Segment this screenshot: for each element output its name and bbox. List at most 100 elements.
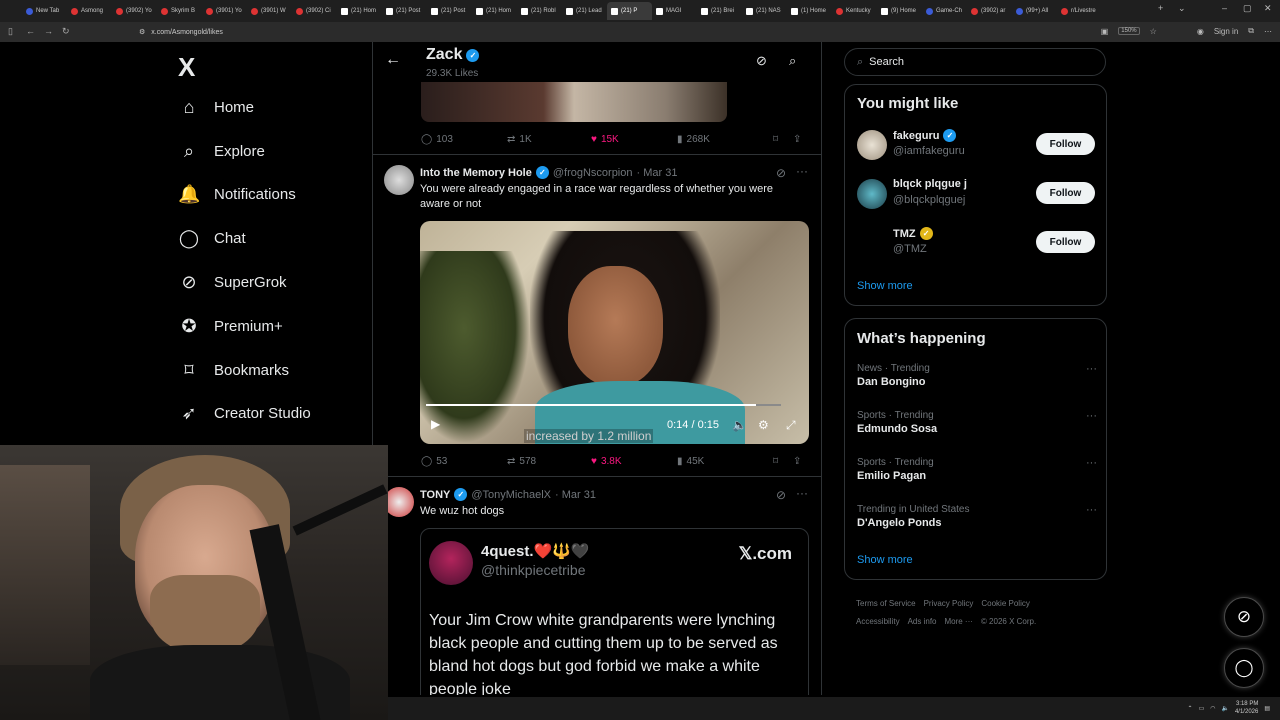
wifi-icon[interactable]: ◠	[1210, 705, 1215, 712]
back-icon[interactable]: ←	[26, 26, 35, 36]
browser-tab[interactable]: MAGI	[652, 2, 697, 20]
browser-tab[interactable]: (21) NAS	[742, 2, 787, 20]
browser-tab[interactable]: Asmong	[67, 2, 112, 20]
browser-tab[interactable]: New Tab	[22, 2, 67, 20]
sidebar-item-creator-studio[interactable]: ➶ Creator Studio	[178, 403, 310, 424]
browser-tab[interactable]: (21) Post	[427, 2, 472, 20]
footer-link[interactable]: Privacy Policy	[924, 599, 974, 608]
tweet-date[interactable]: · Mar 31	[555, 489, 596, 501]
signin-label[interactable]: Sign in	[1214, 27, 1238, 36]
share-button[interactable]: ⇪	[793, 456, 801, 467]
favorite-icon[interactable]: ☆	[1150, 27, 1157, 36]
url-field[interactable]: ⚙ x.com/Asmongold/likes	[135, 25, 1135, 39]
maximize-icon[interactable]: ▢	[1243, 3, 1252, 14]
tray-chevron-icon[interactable]: ⌃	[1188, 705, 1193, 712]
browser-tab[interactable]: (3902) Yo	[112, 2, 157, 20]
grok-icon[interactable]: ⊘	[776, 166, 786, 180]
fullscreen-icon[interactable]: ⤢	[786, 418, 796, 433]
browser-tab[interactable]: Skyrim B	[157, 2, 202, 20]
browser-tab[interactable]: (3902) ar	[967, 2, 1012, 20]
browser-tab[interactable]: Kentucky	[832, 2, 877, 20]
tab-list-icon[interactable]: ⌄	[1178, 3, 1186, 14]
suggested-account[interactable]: fakeguru ✓ @iamfakeguru Follow	[857, 128, 1097, 164]
trend-item[interactable]: Sports · Trending Emilio Pagan ···	[857, 457, 1097, 491]
sidebar-item-supergrok[interactable]: ⊘ SuperGrok	[178, 272, 286, 293]
notification-center-icon[interactable]: ▤	[1264, 705, 1270, 712]
close-window-icon[interactable]: ✕	[1264, 3, 1272, 14]
browser-tab[interactable]: (21) Robl	[517, 2, 562, 20]
browser-tab[interactable]: (99+) All	[1012, 2, 1057, 20]
tweet-avatar[interactable]	[384, 487, 414, 517]
bookmark-button[interactable]: ⌑	[773, 456, 793, 467]
play-icon[interactable]: ▶	[431, 417, 440, 431]
tweet-date[interactable]: · Mar 31	[637, 167, 678, 179]
bookmark-button[interactable]: ⌑	[773, 134, 793, 145]
tweet-author-name[interactable]: Into the Memory Hole	[420, 167, 532, 179]
search-input[interactable]: ⌕ Search	[844, 48, 1106, 76]
browser-tab[interactable]: (3901) W	[247, 2, 292, 20]
browser-tab[interactable]: (21) Hom	[472, 2, 517, 20]
browser-tab[interactable]: (3902) Ci	[292, 2, 337, 20]
reply-button[interactable]: ◯ 53	[421, 456, 507, 467]
tweet-video[interactable]: increased by 1.2 million ▶ 0:14 / 0:15 🔈…	[420, 221, 809, 444]
browser-tab[interactable]: (1) Home	[787, 2, 832, 20]
sidebar-item-chat[interactable]: ◯ Chat	[178, 228, 246, 249]
like-button[interactable]: ♥ 3.8K	[591, 456, 677, 467]
new-tab-icon[interactable]: +	[1158, 3, 1163, 13]
views-button[interactable]: ▮ 45K	[677, 456, 773, 467]
footer-link[interactable]: More ···	[944, 617, 972, 626]
settings-icon[interactable]: ⚙	[758, 418, 769, 432]
browser-tab[interactable]: (21) P	[607, 2, 652, 20]
footer-link[interactable]: Cookie Policy	[981, 599, 1029, 608]
sidebar-item-home[interactable]: ⌂ Home	[178, 97, 254, 118]
footer-link[interactable]: Accessibility	[856, 617, 900, 626]
browser-tab[interactable]: (3901) Yo	[202, 2, 247, 20]
more-options-icon[interactable]: ···	[1086, 504, 1097, 516]
grok-icon[interactable]: ⊘	[776, 488, 786, 502]
more-options-icon[interactable]: ···	[1086, 363, 1097, 375]
tweet-author-name[interactable]: TONY	[420, 489, 450, 501]
follow-button[interactable]: Follow	[1036, 231, 1095, 253]
reply-button[interactable]: ◯ 103	[421, 134, 507, 145]
trend-item[interactable]: Trending in United States D'Angelo Ponds ·…	[857, 504, 1097, 538]
browser-tab[interactable]: (21) Post	[382, 2, 427, 20]
share-button[interactable]: ⇪	[793, 134, 801, 145]
video-progress-bar[interactable]	[426, 404, 781, 406]
browser-tab[interactable]: (21) Brei	[697, 2, 742, 20]
search-icon[interactable]: ⌕	[789, 53, 796, 69]
show-more-link[interactable]: Show more	[857, 280, 913, 292]
browser-tab[interactable]: (21) Lead	[562, 2, 607, 20]
more-options-icon[interactable]: ···	[796, 486, 808, 500]
chat-fab[interactable]: ◯	[1224, 648, 1264, 688]
extensions-icon[interactable]: ⧉	[1248, 26, 1254, 36]
more-options-icon[interactable]: ···	[1086, 410, 1097, 422]
suggested-account[interactable]: blqck plqgue j @blqckplqguej Follow	[857, 177, 1097, 213]
grok-icon[interactable]: ⊘	[756, 53, 767, 69]
clock[interactable]: 3:18 PM 4/1/2026	[1235, 700, 1258, 716]
back-arrow-icon[interactable]: ←	[385, 51, 401, 69]
sidebar-item-explore[interactable]: ⌕ Explore	[178, 141, 265, 162]
follow-button[interactable]: Follow	[1036, 133, 1095, 155]
like-button[interactable]: ♥ 15K	[591, 134, 677, 145]
forward-icon[interactable]: →	[44, 26, 53, 36]
repost-button[interactable]: ⇄ 1K	[507, 134, 591, 145]
more-options-icon[interactable]: ···	[1086, 457, 1097, 469]
browser-tab[interactable]: Game-Ch	[922, 2, 967, 20]
tweet-avatar[interactable]	[384, 165, 414, 195]
reader-icon[interactable]: ▣	[1101, 27, 1109, 36]
previous-tweet-image[interactable]	[421, 82, 727, 122]
browser-tab[interactable]: (9) Home	[877, 2, 922, 20]
tweet-author-handle[interactable]: @frogNscorpion	[553, 167, 633, 179]
trend-item[interactable]: News · Trending Dan Bongino ···	[857, 363, 1097, 397]
sidebar-item-bookmarks[interactable]: ⌑ Bookmarks	[178, 360, 289, 381]
more-options-icon[interactable]: ···	[796, 164, 808, 178]
profile-icon[interactable]: ◉	[1197, 27, 1204, 36]
sidebar-item-premium[interactable]: ✪ Premium+	[178, 316, 282, 337]
browser-tab[interactable]: (21) Hom	[337, 2, 382, 20]
show-more-link[interactable]: Show more	[857, 554, 913, 566]
minimize-icon[interactable]: –	[1222, 3, 1227, 13]
network-icon[interactable]: ▭	[1199, 705, 1205, 712]
volume-icon[interactable]: 🔈	[732, 418, 747, 432]
tweet-author-handle[interactable]: @TonyMichaelX	[471, 489, 551, 501]
views-button[interactable]: ▮ 268K	[677, 134, 773, 145]
